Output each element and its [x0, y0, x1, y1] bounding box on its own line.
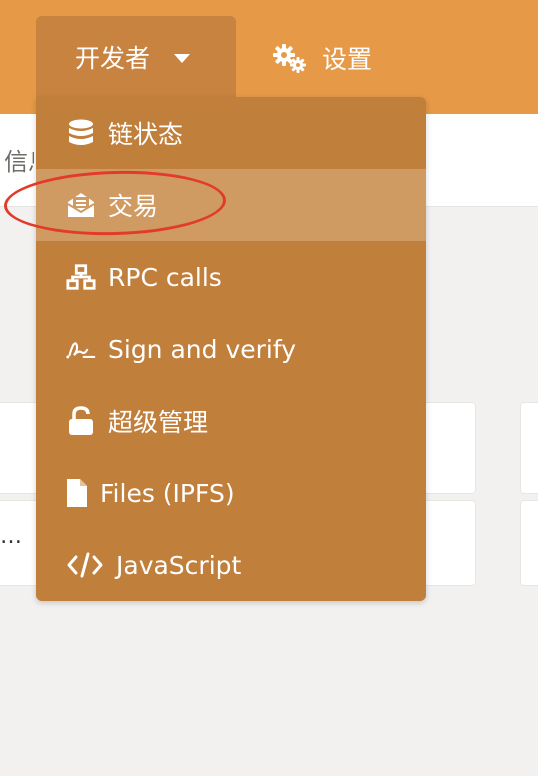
menu-item-super-admin[interactable]: 超级管理: [36, 385, 426, 457]
menu-item-label: JavaScript: [116, 550, 242, 580]
menu-item-files-ipfs[interactable]: Files (IPFS): [36, 457, 426, 529]
background-card: [520, 500, 538, 586]
menu-item-chain-state[interactable]: 链状态: [36, 97, 426, 169]
code-icon: [66, 550, 104, 580]
menu-item-label: 超级管理: [108, 408, 209, 437]
signature-icon: [66, 334, 96, 364]
menu-item-transactions[interactable]: 交易: [36, 169, 426, 241]
envelope-open-icon: [66, 190, 96, 220]
page-title: 信息: [4, 148, 34, 176]
database-icon: [66, 118, 96, 148]
developer-dropdown-menu: 链状态 交易 RPC calls Sign and verify 超级管理 Fi…: [36, 97, 426, 601]
settings-label: 设置: [322, 45, 373, 74]
unlock-icon: [66, 406, 96, 436]
developer-menu-button[interactable]: 开发者: [36, 16, 236, 98]
menu-item-label: RPC calls: [108, 262, 222, 292]
gears-icon: [273, 44, 306, 73]
menu-item-rpc-calls[interactable]: RPC calls: [36, 241, 426, 313]
developer-menu-label: 开发者: [75, 44, 151, 73]
menu-item-javascript[interactable]: JavaScript: [36, 529, 426, 601]
settings-nav-button[interactable]: 设置: [272, 38, 372, 78]
network-icon: [66, 262, 96, 292]
file-icon: [66, 478, 88, 508]
menu-item-sign-and-verify[interactable]: Sign and verify: [36, 313, 426, 385]
menu-item-label: Files (IPFS): [100, 478, 235, 508]
caret-down-icon: [174, 53, 191, 63]
menu-item-label: 链状态: [108, 120, 184, 149]
truncated-text: …: [0, 524, 22, 549]
menu-item-label: Sign and verify: [108, 334, 297, 364]
menu-item-label: 交易: [108, 192, 159, 221]
background-card: [520, 402, 538, 494]
